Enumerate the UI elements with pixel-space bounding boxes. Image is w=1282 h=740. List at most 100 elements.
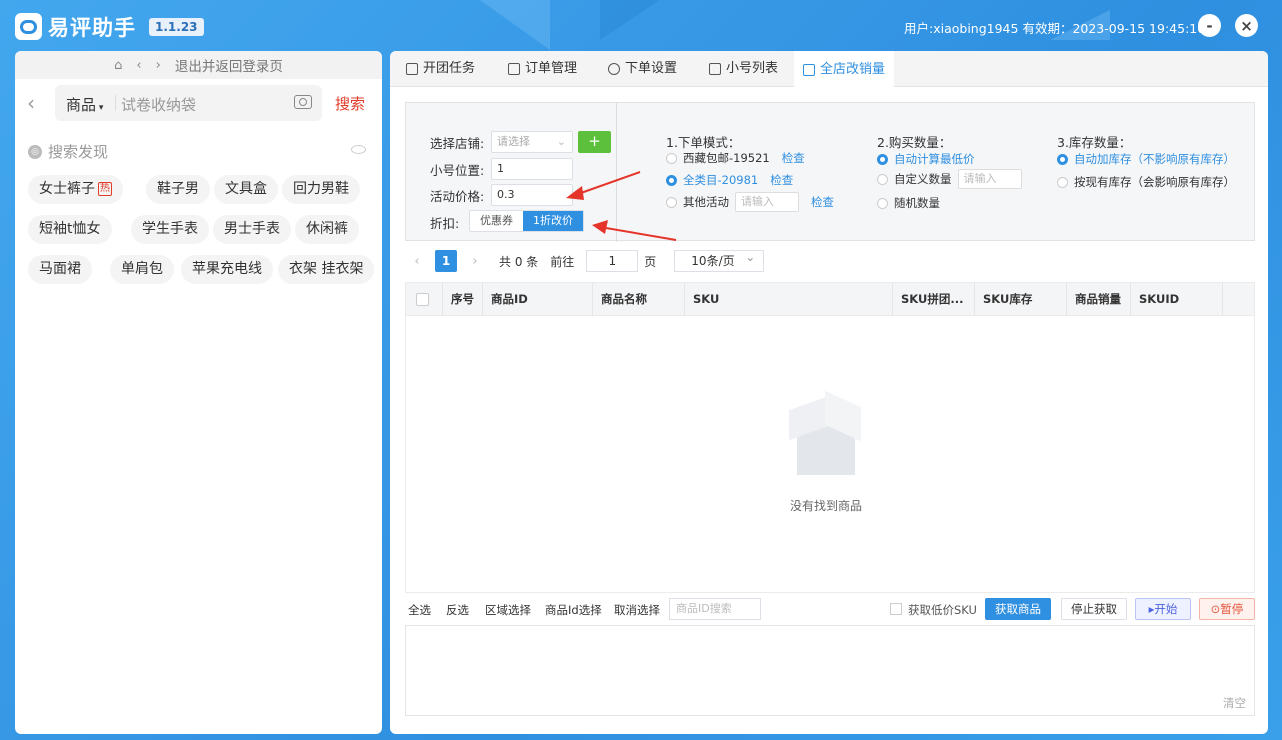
add-store-button[interactable]: + xyxy=(578,131,611,153)
order-mode-tibet[interactable]: 西藏包邮-19521 检查 xyxy=(666,150,805,166)
tab-account-list[interactable]: 小号列表 xyxy=(709,51,778,87)
document-icon xyxy=(508,63,520,75)
tab-bar: 开团任务 订单管理 下单设置 小号列表 全店改销量 xyxy=(390,51,1268,87)
tag-chip[interactable]: 文具盒 xyxy=(214,175,278,204)
title-bar: 易评助手 1.1.23 用户:xiaobing1945 有效期：2023-09-… xyxy=(0,0,1282,52)
log-area[interactable]: 清空 xyxy=(405,625,1255,716)
low-price-sku-label: 获取低价SKU xyxy=(908,603,977,617)
hot-badge: 热 xyxy=(98,182,112,196)
search-box[interactable]: 商品 ▾ 试卷收纳袋 xyxy=(55,85,322,121)
prev-page-button[interactable]: ‹ xyxy=(405,250,429,272)
empty-box-icon xyxy=(785,390,867,483)
home-icon[interactable]: ⌂ xyxy=(114,58,122,73)
stock-qty-title: 3.库存数量： xyxy=(1057,135,1132,150)
grid-icon xyxy=(709,63,721,75)
stock-auto-add[interactable]: 自动加库存（不影响原有库存） xyxy=(1057,151,1235,167)
col-product-name: 商品名称 xyxy=(592,283,684,316)
search-category-dropdown[interactable]: 商品 ▾ xyxy=(66,94,103,115)
pagination: ‹ 1 › 共 0 条 前往 1 页 10条/页 xyxy=(405,247,765,273)
discount-label: 折扣: xyxy=(430,216,460,231)
buy-qty-auto[interactable]: 自动计算最低价 xyxy=(877,151,975,167)
back-nav-icon[interactable]: ‹ xyxy=(136,58,141,73)
next-page-button[interactable]: › xyxy=(463,250,487,272)
tab-group-task[interactable]: 开团任务 xyxy=(406,51,475,87)
minimize-button[interactable]: - xyxy=(1198,14,1221,37)
store-label: 选择店铺: xyxy=(430,136,485,151)
tag-chip[interactable]: 短袖t恤女 xyxy=(28,215,112,244)
tab-order-manage[interactable]: 订单管理 xyxy=(508,51,577,87)
tag-chip[interactable]: 学生手表 xyxy=(131,215,209,244)
eye-icon[interactable] xyxy=(351,145,366,154)
buy-qty-custom[interactable]: 自定义数量 请输入 xyxy=(877,169,1022,189)
coupon-option[interactable]: 优惠券 xyxy=(470,211,523,231)
buy-qty-title: 2.购买数量： xyxy=(877,135,952,150)
page-number[interactable]: 1 xyxy=(435,250,457,272)
tag-chip[interactable]: 回力男鞋 xyxy=(282,175,360,204)
app-logo-icon xyxy=(15,13,42,40)
page-size-select[interactable]: 10条/页 xyxy=(674,247,765,272)
check-link[interactable]: 检查 xyxy=(770,172,793,188)
discover-icon: ◎ xyxy=(28,144,42,159)
search-row: ‹ 商品 ▾ 试卷收纳袋 搜索 xyxy=(15,85,382,121)
checkbox-icon xyxy=(406,63,418,75)
select-all-link[interactable]: 全选 xyxy=(408,602,431,618)
store-select[interactable]: 请选择 ⌄ xyxy=(491,131,573,153)
tag-chip[interactable]: 休闲裤 xyxy=(295,215,359,244)
low-price-sku-checkbox[interactable] xyxy=(890,603,902,615)
browser-panel: ⌂ ‹ › 退出并返回登录页 ‹ 商品 ▾ 试卷收纳袋 搜索 ◎ 搜索发现 女士… xyxy=(15,51,382,734)
invert-select-link[interactable]: 反选 xyxy=(446,602,469,618)
select-all-checkbox[interactable] xyxy=(416,293,429,306)
stock-existing[interactable]: 按现有库存（会影响原有库存） xyxy=(1057,174,1235,190)
goto-page-input[interactable]: 1 xyxy=(586,250,639,272)
buy-qty-random[interactable]: 随机数量 xyxy=(877,195,940,211)
other-activity-input[interactable]: 请输入 xyxy=(735,192,799,212)
search-input[interactable]: 试卷收纳袋 xyxy=(121,94,196,115)
tag-chip[interactable]: 鞋子男 xyxy=(146,175,210,204)
camera-icon[interactable] xyxy=(294,95,312,109)
tag-chip[interactable]: 单肩包 xyxy=(110,255,174,284)
store-icon xyxy=(803,64,815,76)
page-unit: 页 xyxy=(644,254,657,269)
product-id-search-input[interactable]: 商品ID搜索 xyxy=(669,598,761,620)
fetch-products-button[interactable]: 获取商品 xyxy=(985,598,1051,620)
range-select-link[interactable]: 区域选择 xyxy=(485,602,531,618)
empty-state: 没有找到商品 xyxy=(776,390,876,514)
divider xyxy=(616,103,617,242)
slot-input[interactable]: 1 xyxy=(491,158,573,180)
bottom-toolbar: 全选 反选 区域选择 商品Id选择 取消选择 商品ID搜索 获取低价SKU 获取… xyxy=(405,598,1255,622)
pause-button[interactable]: ⊙暂停 xyxy=(1199,598,1255,620)
id-select-link[interactable]: 商品Id选择 xyxy=(545,602,602,618)
search-discover-heading: ◎ 搜索发现 xyxy=(28,141,108,162)
custom-qty-input[interactable]: 请输入 xyxy=(957,169,1022,189)
search-button[interactable]: 搜索 xyxy=(335,93,365,114)
check-link[interactable]: 检查 xyxy=(782,150,805,166)
logout-return-link[interactable]: 退出并返回登录页 xyxy=(175,55,283,75)
tab-store-sales[interactable]: 全店改销量 xyxy=(794,51,895,87)
user-info: 用户:xiaobing1945 有效期：2023-09-15 19:45:10 xyxy=(904,21,1206,36)
tag-chip[interactable]: 苹果充电线 xyxy=(181,255,273,284)
stop-fetch-button[interactable]: 停止获取 xyxy=(1061,598,1127,620)
total-count: 共 0 条 xyxy=(499,254,539,269)
tab-order-settings[interactable]: 下单设置 xyxy=(608,51,677,87)
clear-log-button[interactable]: 清空 xyxy=(1223,695,1246,711)
main-panel: 开团任务 订单管理 下单设置 小号列表 全店改销量 选择店铺: 请选择 ⌄ + 小… xyxy=(390,51,1268,734)
col-sku-group: SKU拼团... xyxy=(892,283,974,316)
tag-chip[interactable]: 女士裤子热 xyxy=(28,175,123,204)
one-fold-price-option[interactable]: 1折改价 xyxy=(523,211,583,231)
back-arrow-icon[interactable]: ‹ xyxy=(27,91,35,115)
check-link[interactable]: 检查 xyxy=(811,194,834,210)
price-input[interactable]: 0.3 xyxy=(491,184,573,206)
col-sales: 商品销量 xyxy=(1066,283,1130,316)
empty-text: 没有找到商品 xyxy=(789,499,862,513)
tag-chip[interactable]: 男士手表 xyxy=(213,215,291,244)
start-button[interactable]: ▸开始 xyxy=(1135,598,1191,620)
order-mode-other[interactable]: 其他活动 请输入 检查 xyxy=(666,192,834,212)
forward-nav-icon[interactable]: › xyxy=(156,58,161,73)
cancel-select-link[interactable]: 取消选择 xyxy=(614,602,660,618)
order-mode-all-category[interactable]: 全类目-20981 检查 xyxy=(666,172,793,188)
discount-toggle: 优惠券 1折改价 xyxy=(469,210,584,232)
tag-chip[interactable]: 衣架 挂衣架 xyxy=(278,255,375,284)
tag-chip[interactable]: 马面裙 xyxy=(28,255,92,284)
close-button[interactable]: × xyxy=(1235,14,1258,37)
goto-label: 前往 xyxy=(550,254,575,269)
